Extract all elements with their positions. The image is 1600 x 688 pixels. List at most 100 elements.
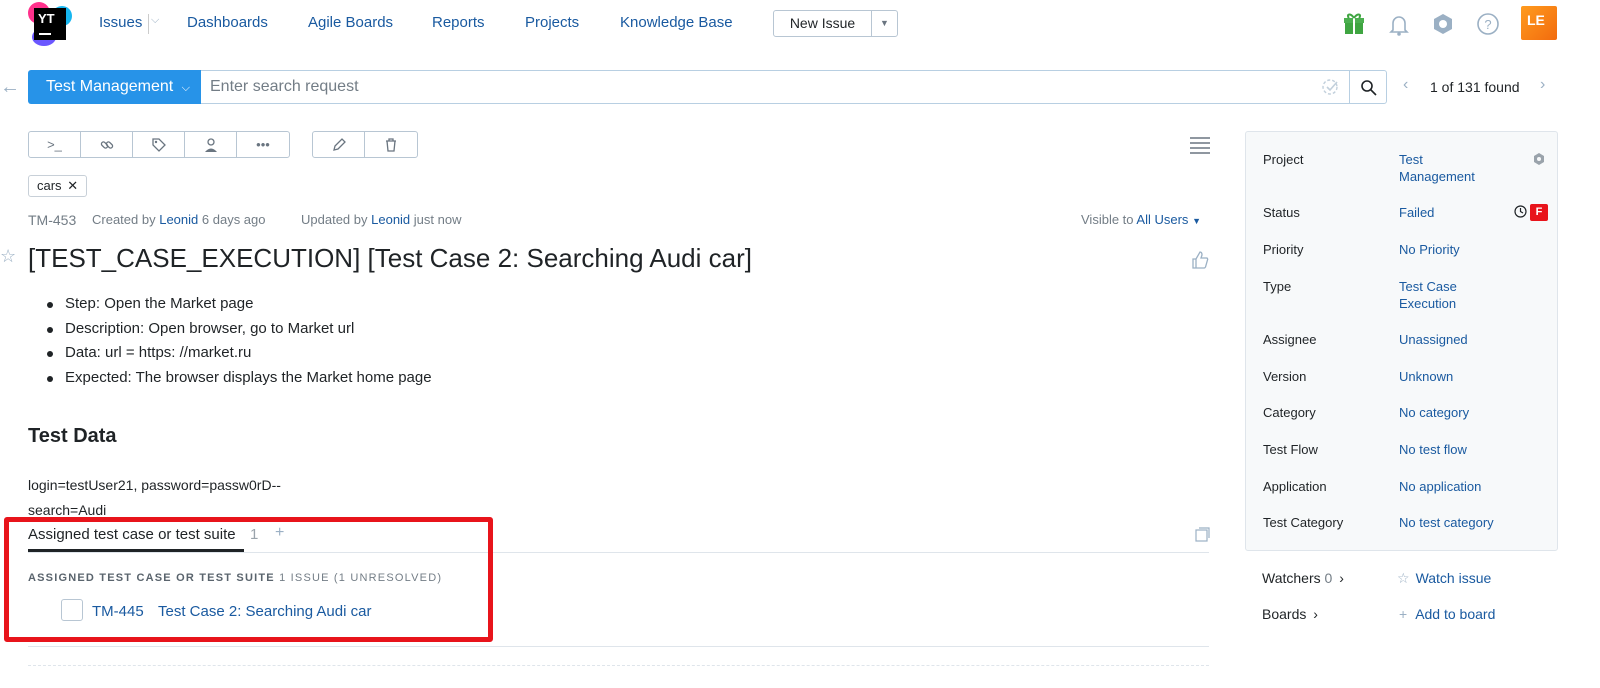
field-test-category-label: Test Category — [1263, 515, 1344, 530]
search-icon — [1361, 80, 1377, 96]
visibility-select[interactable]: All Users — [1136, 212, 1188, 227]
new-issue-dropdown-icon[interactable]: ▼ — [872, 11, 897, 36]
help-icon[interactable]: ? — [1474, 10, 1502, 38]
delete-icon[interactable] — [365, 132, 417, 157]
watch-issue-button[interactable]: ☆ Watch issue — [1397, 570, 1491, 587]
status-badge: F — [1530, 204, 1548, 221]
watchers-link[interactable]: Watchers 0 › — [1262, 570, 1344, 586]
search-context-button[interactable]: Test Management ⌵ — [28, 70, 201, 104]
test-data-heading: Test Data — [28, 425, 117, 447]
new-issue-split-button: New Issue ▼ — [773, 10, 898, 37]
list-icon[interactable] — [1189, 136, 1211, 157]
link-icon[interactable] — [81, 132, 133, 157]
user-icon[interactable] — [185, 132, 237, 157]
plus-icon: + — [1399, 606, 1408, 622]
next-issue-icon[interactable]: › — [1540, 76, 1545, 94]
star-icon: ☆ — [1397, 570, 1410, 586]
star-icon[interactable]: ☆ — [0, 246, 16, 267]
new-issue-button[interactable]: New Issue — [774, 11, 872, 36]
field-type-value[interactable]: Test Case Execution — [1399, 279, 1479, 312]
nav-reports[interactable]: Reports — [432, 14, 485, 31]
issue-toolbar: >_ ••• — [28, 131, 290, 158]
watchers-count: 0 — [1324, 570, 1333, 586]
field-version-value[interactable]: Unknown — [1399, 369, 1509, 386]
nav-agile-boards[interactable]: Agile Boards — [308, 14, 393, 31]
more-icon[interactable]: ••• — [237, 132, 289, 157]
chevron-down-icon: ⌵ — [181, 82, 190, 94]
remove-tag-icon[interactable]: ✕ — [67, 178, 78, 193]
youtrack-logo[interactable]: YT — [28, 2, 72, 46]
issue-id[interactable]: TM-453 — [28, 212, 76, 228]
caret-down-icon[interactable]: ▼ — [1192, 216, 1201, 226]
watchers-label: Watchers — [1262, 570, 1321, 586]
command-icon[interactable]: >_ — [29, 132, 81, 157]
field-version-label: Version — [1263, 369, 1307, 384]
list-item: Data: url = https: //market.ru — [28, 341, 432, 366]
chevron-right-icon: › — [1339, 570, 1344, 586]
field-test-flow-label: Test Flow — [1263, 442, 1318, 457]
search-button[interactable] — [1349, 70, 1387, 104]
test-data-block: login=testUser21, password=passw0rD-- se… — [28, 473, 281, 522]
nav-knowledge-base[interactable]: Knowledge Base — [620, 14, 733, 31]
nav-projects[interactable]: Projects — [525, 14, 579, 31]
issue-title[interactable]: [TEST_CASE_EXECUTION] [Test Case 2: Sear… — [28, 243, 752, 274]
field-category-value[interactable]: No category — [1399, 405, 1509, 422]
visibility-info: Visible to All Users ▼ — [1081, 212, 1201, 227]
list-item: Description: Open browser, go to Market … — [28, 317, 432, 342]
nav-separator — [148, 14, 149, 34]
issue-edit-toolbar — [312, 131, 418, 158]
back-arrow-icon[interactable]: ← — [0, 76, 20, 99]
thumbs-up-icon[interactable] — [1190, 250, 1210, 273]
field-assignee-value[interactable]: Unassigned — [1399, 332, 1509, 349]
clock-icon[interactable] — [1513, 204, 1528, 222]
description-steps: Step: Open the Market page Description: … — [28, 292, 432, 390]
highlight-box — [4, 517, 493, 642]
field-project-value[interactable]: Test Management — [1399, 152, 1489, 185]
list-item: Expected: The browser displays the Marke… — [28, 366, 432, 391]
boards-link[interactable]: Boards › — [1262, 606, 1318, 622]
nav-dashboards[interactable]: Dashboards — [187, 14, 268, 31]
gift-icon[interactable] — [1340, 10, 1368, 38]
field-status-label: Status — [1263, 205, 1300, 220]
field-application-label: Application — [1263, 479, 1327, 494]
field-application-value[interactable]: No application — [1399, 479, 1519, 496]
visible-prefix: Visible to — [1081, 212, 1134, 227]
field-priority-value[interactable]: No Priority — [1399, 242, 1509, 259]
field-priority-label: Priority — [1263, 242, 1304, 257]
divider — [28, 646, 1209, 647]
nav-issues[interactable]: Issues — [99, 14, 142, 31]
field-assignee-label: Assignee — [1263, 332, 1317, 347]
updated-when: just now — [413, 212, 462, 227]
field-test-category-value[interactable]: No test category — [1399, 515, 1539, 532]
issues-chevron-down-icon[interactable]: ⌵ — [151, 14, 159, 27]
watch-issue-label: Watch issue — [1415, 570, 1492, 586]
chevron-right-icon: › — [1313, 606, 1318, 622]
created-by-link[interactable]: Leonid — [159, 212, 198, 227]
test-data-line: login=testUser21, password=passw0rD-- — [28, 477, 281, 493]
saved-search-icon[interactable] — [1321, 78, 1341, 99]
tag-label: cars — [37, 178, 62, 193]
tag-icon[interactable] — [133, 132, 185, 157]
updated-by-link[interactable]: Leonid — [371, 212, 410, 227]
comments-divider — [28, 665, 1209, 666]
svg-text:?: ? — [1484, 17, 1491, 32]
add-to-board-button[interactable]: + Add to board — [1399, 606, 1495, 622]
hub-icon[interactable] — [1429, 10, 1457, 38]
field-test-flow-value[interactable]: No test flow — [1399, 442, 1509, 459]
edit-icon[interactable] — [313, 132, 365, 157]
gear-icon[interactable] — [1532, 152, 1546, 169]
tag-chip[interactable]: cars ✕ — [28, 175, 88, 197]
updated-prefix: Updated by — [301, 212, 368, 227]
list-item: Step: Open the Market page — [28, 292, 432, 317]
avatar[interactable]: LE — [1521, 6, 1557, 40]
bell-icon[interactable] — [1385, 10, 1413, 38]
search-input[interactable]: Enter search request — [201, 70, 1350, 104]
created-prefix: Created by — [92, 212, 156, 227]
logo-text: YT — [34, 8, 66, 40]
previous-issue-icon[interactable]: ‹ — [1403, 76, 1408, 94]
field-project-label: Project — [1263, 152, 1304, 167]
expand-links-icon[interactable] — [1195, 527, 1210, 545]
field-type-label: Type — [1263, 279, 1292, 294]
created-when: 6 days ago — [201, 212, 266, 227]
field-status-value[interactable]: Failed — [1399, 205, 1509, 222]
